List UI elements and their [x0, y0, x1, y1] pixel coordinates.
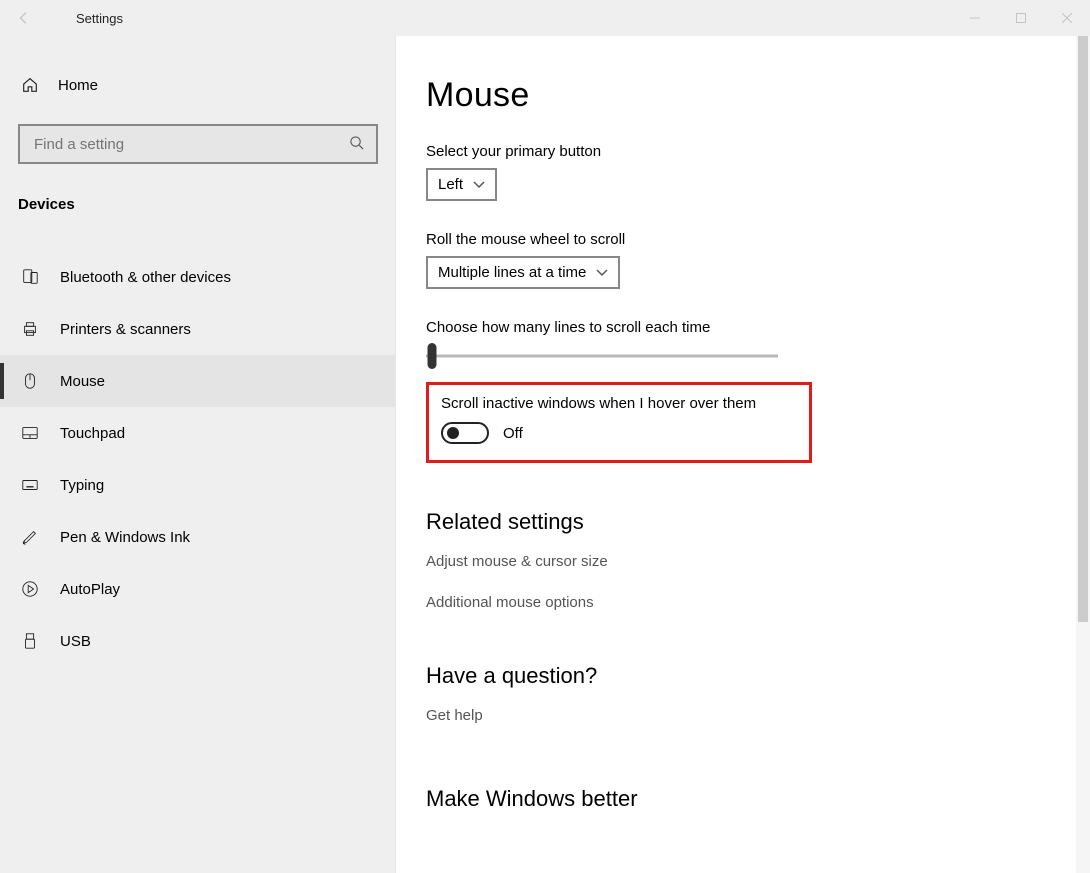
inactive-toggle[interactable] [441, 422, 489, 444]
wheel-label: Roll the mouse wheel to scroll [426, 231, 1090, 248]
inactive-label: Scroll inactive windows when I hover ove… [441, 395, 797, 412]
search-icon [349, 135, 364, 154]
primary-button-dropdown[interactable]: Left [426, 168, 497, 201]
back-button[interactable] [0, 11, 48, 25]
window-controls [952, 0, 1090, 36]
nav-label: Typing [60, 477, 104, 494]
nav-printers[interactable]: Printers & scanners [0, 303, 395, 355]
wheel-dropdown[interactable]: Multiple lines at a time [426, 256, 620, 289]
sidebar: Home Devices Bluetooth & other devices P… [0, 36, 396, 873]
nav-list: Bluetooth & other devices Printers & sca… [0, 251, 395, 667]
chevron-down-icon [473, 176, 485, 193]
bluetooth-icon [20, 268, 40, 286]
home-icon [20, 76, 40, 94]
scrollbar-thumb[interactable] [1078, 36, 1088, 622]
dropdown-value: Multiple lines at a time [438, 264, 586, 281]
nav-bluetooth[interactable]: Bluetooth & other devices [0, 251, 395, 303]
nav-autoplay[interactable]: AutoPlay [0, 563, 395, 615]
nav-usb[interactable]: USB [0, 615, 395, 667]
nav-typing[interactable]: Typing [0, 459, 395, 511]
section-label: Devices [0, 182, 395, 223]
mouse-icon [20, 372, 40, 390]
nav-touchpad[interactable]: Touchpad [0, 407, 395, 459]
nav-label: USB [60, 633, 91, 650]
link-additional-options[interactable]: Additional mouse options [426, 588, 1090, 617]
titlebar: Settings [0, 0, 1090, 36]
pen-icon [20, 528, 40, 546]
toggle-knob [447, 427, 459, 439]
question-heading: Have a question? [426, 663, 1090, 689]
search-box[interactable] [18, 124, 378, 164]
keyboard-icon [20, 476, 40, 494]
printer-icon [20, 320, 40, 338]
maximize-button[interactable] [998, 0, 1044, 36]
lines-slider[interactable] [426, 344, 778, 368]
close-button[interactable] [1044, 0, 1090, 36]
search-input[interactable] [32, 135, 349, 154]
page-title: Mouse [426, 76, 1090, 115]
usb-icon [20, 632, 40, 650]
related-heading: Related settings [426, 509, 1090, 535]
nav-label: AutoPlay [60, 581, 120, 598]
toggle-state: Off [503, 425, 523, 442]
minimize-button[interactable] [952, 0, 998, 36]
home-button[interactable]: Home [0, 66, 395, 104]
nav-label: Pen & Windows Ink [60, 529, 190, 546]
link-adjust-cursor[interactable]: Adjust mouse & cursor size [426, 547, 1090, 576]
window-title: Settings [48, 11, 123, 26]
slider-thumb[interactable] [428, 343, 437, 369]
highlighted-setting: Scroll inactive windows when I hover ove… [426, 382, 812, 463]
nav-mouse[interactable]: Mouse [0, 355, 395, 407]
nav-label: Mouse [60, 373, 105, 390]
feedback-heading: Make Windows better [426, 786, 1090, 812]
nav-label: Touchpad [60, 425, 125, 442]
primary-button-label: Select your primary button [426, 143, 1090, 160]
link-get-help[interactable]: Get help [426, 701, 1090, 730]
autoplay-icon [20, 580, 40, 598]
nav-label: Printers & scanners [60, 321, 191, 338]
touchpad-icon [20, 424, 40, 442]
nav-label: Bluetooth & other devices [60, 269, 231, 286]
content-area: Mouse Select your primary button Left Ro… [396, 36, 1090, 873]
nav-pen[interactable]: Pen & Windows Ink [0, 511, 395, 563]
lines-label: Choose how many lines to scroll each tim… [426, 319, 1090, 336]
dropdown-value: Left [438, 176, 463, 193]
scrollbar[interactable] [1076, 36, 1090, 873]
chevron-down-icon [596, 264, 608, 281]
home-label: Home [58, 77, 98, 94]
